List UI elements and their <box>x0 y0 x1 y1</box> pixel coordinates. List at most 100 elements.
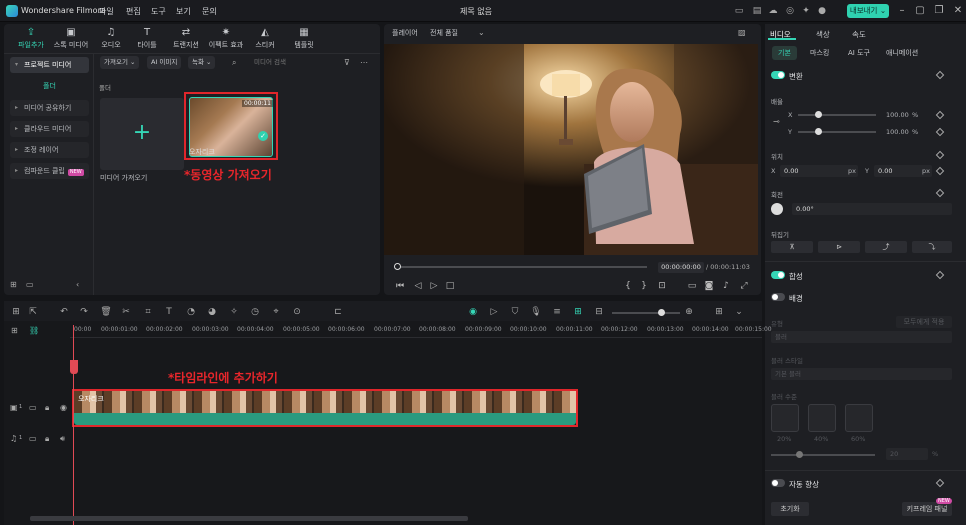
flip-horizontal-button[interactable]: ⊳ <box>818 241 860 253</box>
menu-file[interactable]: 파일 <box>99 6 114 17</box>
player-scrubber[interactable] <box>397 266 647 268</box>
sidebar-item-adjustment-layer[interactable]: ▸ 조정 레이어 <box>10 142 89 158</box>
ai-tool-icon[interactable]: ◉ <box>467 306 479 318</box>
stabilize-icon[interactable]: ⊙ <box>291 306 303 318</box>
collapse-sidebar-icon[interactable]: ‹ <box>76 280 79 289</box>
reset-button[interactable]: 초기화 <box>771 502 809 516</box>
layout-icon[interactable]: ⊞ <box>10 306 22 318</box>
timer-icon[interactable]: ◷ <box>249 306 261 318</box>
previous-frame-icon[interactable]: ⏮ <box>394 280 406 292</box>
menu-edit[interactable]: 편집 <box>126 6 141 17</box>
toolbar-templates[interactable]: ▦ 템플릿 <box>285 26 323 52</box>
more-tools-icon[interactable]: ⊏ <box>332 306 344 318</box>
menu-view[interactable]: 보기 <box>176 6 191 17</box>
select-tool-icon[interactable]: ⇱ <box>27 306 39 318</box>
avatar[interactable]: ● <box>816 5 828 17</box>
blur-option-20[interactable] <box>771 404 799 432</box>
microphone-icon[interactable]: 🎙 <box>530 306 542 318</box>
new-folder-icon[interactable]: ⊞ <box>10 280 17 289</box>
export-button[interactable]: 내보내기 ⌄ <box>847 4 889 18</box>
apply-all-button[interactable]: 모두에게 적용 <box>896 316 952 328</box>
menu-help[interactable]: 문의 <box>202 6 217 17</box>
more-icon[interactable]: ⋯ <box>360 58 368 67</box>
play-icon[interactable]: ▷ <box>428 280 440 292</box>
lock-icon[interactable]: 🔒︎ <box>45 403 49 413</box>
gift-icon[interactable]: ✦ <box>800 5 812 17</box>
ai-icon[interactable]: ✧ <box>228 306 240 318</box>
screenshot-icon[interactable]: ▭ <box>733 5 745 17</box>
media-search-input[interactable]: 미디어 검색 <box>242 56 332 69</box>
lock-icon[interactable]: 🔒︎ <box>45 434 49 444</box>
folder-icon[interactable]: ▭ <box>26 280 34 289</box>
lock-ratio-icon[interactable]: ⊸ <box>773 117 780 126</box>
motion-icon[interactable]: ⌖ <box>270 306 282 318</box>
rotate-right-button[interactable]: ⤴ <box>865 241 907 253</box>
shield-icon[interactable]: ⛉ <box>509 306 521 318</box>
ai-image-button[interactable]: AI 이미지 <box>147 56 182 69</box>
list-icon[interactable]: ≡ <box>551 306 563 318</box>
mark-out-icon[interactable]: } <box>638 280 650 292</box>
zoom-in-icon[interactable]: ⊕ <box>683 306 695 318</box>
camera-icon[interactable]: ◙ <box>703 280 715 292</box>
blur-level-field[interactable]: 20 <box>886 448 928 460</box>
tab-color[interactable]: 색상 <box>816 29 830 40</box>
blur-level-slider[interactable] <box>771 454 875 456</box>
folder-icon[interactable]: ▭ <box>29 403 37 412</box>
rotate-field[interactable]: 0.00° <box>792 203 952 215</box>
toolbar-stock-media[interactable]: ▣ 스톡 미디어 <box>52 26 90 52</box>
position-x-field[interactable]: 0.00 <box>780 165 858 177</box>
grid-icon[interactable]: ⊞ <box>713 306 725 318</box>
quality-dropdown[interactable]: 전체 품질 <box>430 28 458 38</box>
subtab-animation[interactable]: 애니메이션 <box>880 46 924 60</box>
subtab-ai-tools[interactable]: AI 도구 <box>842 46 876 60</box>
menu-tools[interactable]: 도구 <box>151 6 166 17</box>
subtab-basic[interactable]: 기본 <box>772 46 797 60</box>
speed-icon[interactable]: ◔ <box>185 306 197 318</box>
blur-level-knob[interactable] <box>796 451 803 458</box>
scrubber-handle[interactable] <box>394 263 401 270</box>
sidebar-item-project-media[interactable]: ▾ 프로젝트 미디어 <box>10 57 89 73</box>
scale-y-value[interactable]: 100.00 <box>886 128 909 136</box>
link-icon[interactable]: ⛓ <box>29 326 39 335</box>
audio-meter-icon[interactable]: ♪ <box>720 280 732 292</box>
toolbar-stickers[interactable]: ◭ 스티커 <box>246 26 284 52</box>
minimize-icon[interactable]: – <box>895 4 909 18</box>
scale-x-value[interactable]: 100.00 <box>886 111 909 119</box>
import-media-tile[interactable]: + <box>100 98 184 170</box>
composite-toggle[interactable] <box>771 271 785 279</box>
blur-style-dropdown[interactable]: 기본 블러 <box>771 368 952 380</box>
save-icon[interactable]: ▤ <box>751 5 763 17</box>
scale-y-knob[interactable] <box>815 128 822 135</box>
background-toggle[interactable] <box>771 293 785 301</box>
support-icon[interactable]: ◎ <box>784 5 796 17</box>
chevron-down-icon[interactable]: ⌄ <box>733 306 745 318</box>
import-dropdown[interactable]: 가져오기 ⌄ <box>100 56 140 69</box>
record-dropdown[interactable]: 녹화 ⌄ <box>188 56 216 69</box>
type-dropdown[interactable]: 블러 <box>771 331 952 343</box>
display-icon[interactable]: ▭ <box>686 280 698 292</box>
undo-icon[interactable]: ↶ <box>58 306 70 318</box>
fullscreen-icon[interactable]: ⤢ <box>738 280 750 292</box>
text-icon[interactable]: T <box>163 306 175 318</box>
toolbar-effects[interactable]: ✷ 이펙트 효과 <box>207 26 245 52</box>
sidebar-item-cloud-media[interactable]: ▸ 클라우드 미디어 <box>10 121 89 137</box>
toolbar-audio[interactable]: ♫ 오디오 <box>92 26 130 52</box>
sidebar-item-compound-clip[interactable]: ▸ 컴파운드 클립 NEW <box>10 163 89 179</box>
filter-icon[interactable]: ⊽ <box>344 58 350 67</box>
eye-icon[interactable]: ◉ <box>60 403 67 412</box>
scale-y-slider[interactable] <box>798 131 876 133</box>
split-icon[interactable]: ✂ <box>120 306 132 318</box>
toolbar-import[interactable]: ⇪ 파일추가 <box>12 26 50 52</box>
rotate-dial[interactable] <box>771 203 783 215</box>
auto-enhance-toggle[interactable] <box>771 479 785 487</box>
snapshot-icon[interactable]: ▨ <box>738 28 746 37</box>
zoom-out-icon[interactable]: ⊟ <box>593 306 605 318</box>
sidebar-item-shared-media[interactable]: ▸ 미디어 공유하기 <box>10 100 89 116</box>
cloud-icon[interactable]: ☁ <box>767 5 779 17</box>
playhead-handle[interactable] <box>70 360 78 374</box>
zoom-slider[interactable] <box>612 312 680 314</box>
mark-in-icon[interactable]: { <box>622 280 634 292</box>
zoom-knob[interactable] <box>658 309 665 316</box>
blur-option-60[interactable] <box>845 404 873 432</box>
flip-vertical-button[interactable]: ⊼ <box>771 241 813 253</box>
